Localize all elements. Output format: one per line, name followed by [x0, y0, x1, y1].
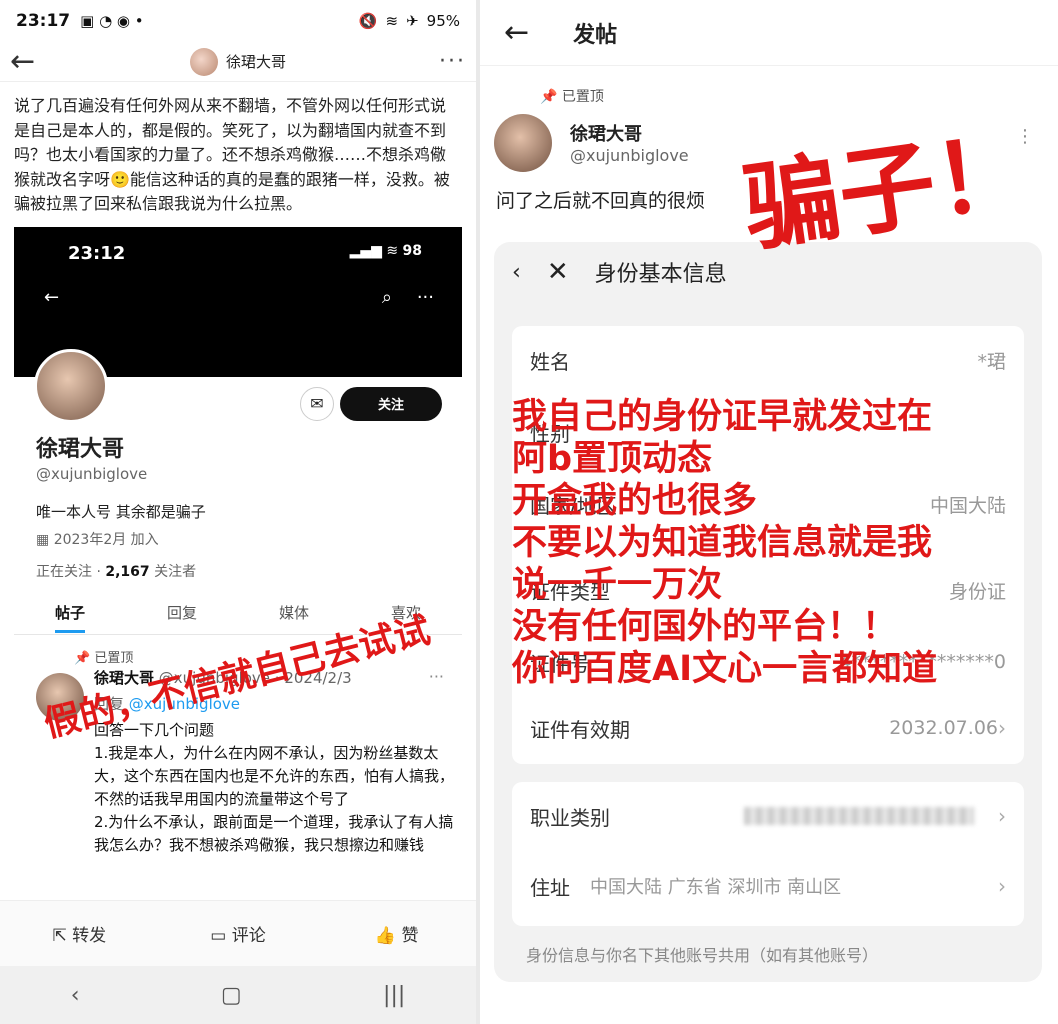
post-topbar: ← 徐珺大哥 ···	[0, 42, 476, 82]
page-title: 发帖	[573, 22, 618, 48]
wifi-icon: ≋	[385, 12, 399, 30]
search-icon: ⌕	[381, 286, 392, 308]
system-nav-bar: ‹ ▢ |||	[0, 966, 476, 1024]
like-button[interactable]: 👍 赞	[317, 921, 476, 946]
author-handle: @xujunbiglove	[570, 146, 689, 165]
action-bar: ⇱ 转发 ▭ 评论 👍 赞	[0, 900, 476, 966]
post-author[interactable]: 徐珺大哥	[190, 47, 287, 76]
follow-button: 关注	[340, 386, 442, 421]
airplane-icon: ✈	[406, 12, 419, 30]
profile-avatar	[34, 348, 108, 423]
share-icon: ⇱	[52, 926, 67, 946]
tab-replies: 回复	[166, 603, 197, 622]
author-name: 徐珺大哥	[226, 53, 287, 71]
profile-stats: 正在关注 · 2,167 关注者	[36, 563, 197, 580]
nav-recents-icon[interactable]: |||	[383, 983, 405, 1008]
red-overlay-text: 我自己的身份证早就发过在 阿b置顶动态 开盒我的也很多 不要以为知道我信息就是我…	[512, 397, 938, 689]
embedded-screenshot: 23:12 ▂▄▆ ≋ 98 ← ⌕ ··· ✉ 关注 徐珺大哥 @xujunb…	[14, 226, 462, 903]
right-screenshot: ← 发帖 📌 已置顶 徐珺大哥 @xujunbiglove ⋮ 问了之后就不回真…	[480, 0, 1058, 1024]
post-text: 问了之后就不回真的很烦	[496, 190, 706, 212]
more-icon[interactable]: ···	[439, 49, 466, 74]
chevron-right-icon: ›	[998, 874, 1006, 898]
more-icon: ···	[428, 666, 444, 686]
pinned-label: 📌 已置顶	[74, 650, 134, 666]
row-address: 住址 中国大陆 广东省 深圳市 南山区 ›	[530, 874, 1006, 900]
comment-icon: ▭	[210, 926, 227, 946]
profile-joined: ▦ 2023年2月 加入	[36, 531, 159, 548]
row-expiry: 证件有效期 2032.07.06 ›	[530, 716, 1006, 742]
status-time: 23:17	[16, 11, 71, 31]
pinned-label: 📌 已置顶	[540, 89, 604, 105]
thumbs-up-icon: 👍	[374, 926, 397, 946]
comment-button[interactable]: ▭ 评论	[159, 921, 318, 946]
avatar	[190, 47, 218, 76]
message-icon: ✉	[300, 386, 334, 421]
status-bar: 23:17 ▣ ◔ ◉ • 🔇 ≋ ✈ 95%	[0, 0, 476, 42]
back-chevron-icon: ‹	[512, 259, 521, 285]
card-header: ‹ ✕ 身份基本信息	[512, 256, 727, 288]
mute-icon: 🔇	[358, 12, 378, 30]
profile-name: 徐珺大哥	[36, 436, 125, 462]
status-icons: ▣ ◔ ◉ •	[80, 12, 144, 30]
profile-handle: @xujunbiglove	[36, 464, 148, 483]
calendar-icon: ▦	[36, 531, 54, 548]
avatar[interactable]	[494, 114, 552, 172]
row-name: 姓名 *珺	[530, 349, 1006, 374]
author-name[interactable]: 徐珺大哥	[570, 120, 642, 146]
more-icon: ···	[416, 286, 434, 308]
back-arrow-icon: ←	[44, 286, 60, 308]
chevron-right-icon: ›	[998, 716, 1006, 740]
row-job: 职业类别 ›	[530, 804, 1006, 830]
battery-percent: 95%	[426, 12, 460, 30]
embed-time: 23:12	[68, 242, 126, 264]
job-address-box: 职业类别 › 住址 中国大陆 广东省 深圳市 南山区 ›	[512, 782, 1024, 926]
tab-posts: 帖子	[14, 591, 126, 634]
back-arrow-icon[interactable]: ←	[504, 15, 529, 50]
left-screenshot: 23:17 ▣ ◔ ◉ • 🔇 ≋ ✈ 95% ← 徐珺大哥 ··· 说了几百遍…	[0, 0, 476, 1024]
embed-battery: ▂▄▆ ≋ 98	[349, 242, 422, 259]
close-icon: ✕	[546, 257, 569, 287]
post-topbar: ← 发帖	[480, 0, 1058, 66]
profile-bio: 唯一本人号 其余都是骗子	[36, 502, 206, 521]
status-right: 🔇 ≋ ✈ 95%	[359, 12, 460, 30]
post-text: 说了几百遍没有任何外网从来不翻墙，不管外网以任何形式说是自己是本人的，都是假的。…	[14, 96, 450, 213]
tweet-body: 回答一下几个问题 1.我是本人，为什么在内网不承认，因为粉丝基数太大，这个东西在…	[94, 720, 455, 854]
card-title: 身份基本信息	[594, 262, 727, 287]
nav-back-icon[interactable]: ‹	[71, 983, 80, 1008]
back-arrow-icon[interactable]: ←	[10, 44, 35, 79]
nav-home-icon[interactable]: ▢	[221, 983, 242, 1008]
card-footnote: 身份信息与你名下其他账号共用（如有其他账号）	[526, 946, 879, 965]
repost-button[interactable]: ⇱ 转发	[0, 921, 159, 946]
chevron-right-icon: ›	[998, 804, 1006, 828]
redacted-blur	[744, 807, 974, 825]
